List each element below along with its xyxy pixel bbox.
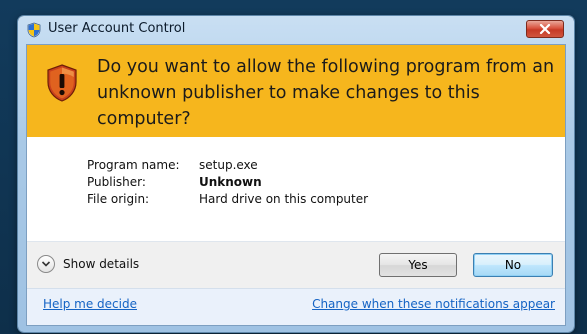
banner-message: Do you want to allow the following progr…: [97, 54, 557, 132]
close-button[interactable]: [526, 20, 564, 38]
banner-line-1: Do you want to allow the following progr…: [97, 57, 555, 77]
footer-links: Help me decide Change when these notific…: [27, 288, 565, 325]
program-name-label: Program name:: [87, 158, 180, 172]
info-row-file-origin: File origin: Hard drive on this computer: [87, 191, 368, 208]
program-name-value: setup.exe: [199, 158, 258, 172]
action-bar: Show details Yes No: [27, 242, 565, 288]
banner-line-2: unknown publisher to make changes to thi…: [97, 83, 480, 129]
info-row-program-name: Program name: setup.exe: [87, 157, 368, 174]
change-notifications-link[interactable]: Change when these notifications appear: [312, 297, 555, 311]
publisher-value: Unknown: [199, 175, 262, 189]
publisher-label: Publisher:: [87, 175, 146, 189]
uac-dialog: User Account Control Do you want to allo…: [18, 16, 574, 332]
desktop-background: User Account Control Do you want to allo…: [0, 0, 587, 334]
show-details-toggle[interactable]: Show details: [37, 255, 139, 273]
chevron-down-icon[interactable]: [37, 255, 55, 273]
warning-shield-icon: [47, 64, 77, 102]
close-icon: [539, 24, 551, 34]
info-row-publisher: Publisher: Unknown: [87, 174, 368, 191]
file-origin-value: Hard drive on this computer: [199, 192, 369, 206]
dialog-body: Do you want to allow the following progr…: [26, 44, 566, 326]
warning-banner: Do you want to allow the following progr…: [27, 45, 565, 137]
show-details-label[interactable]: Show details: [63, 257, 139, 271]
window-title: User Account Control: [48, 21, 186, 36]
title-bar[interactable]: User Account Control: [18, 16, 574, 42]
program-info: Program name: setup.exe Publisher: Unkno…: [87, 157, 368, 208]
uac-shield-icon: [27, 22, 41, 38]
help-me-decide-link[interactable]: Help me decide: [43, 297, 137, 311]
no-button[interactable]: No: [473, 253, 553, 277]
yes-button[interactable]: Yes: [379, 253, 457, 277]
file-origin-label: File origin:: [87, 192, 150, 206]
